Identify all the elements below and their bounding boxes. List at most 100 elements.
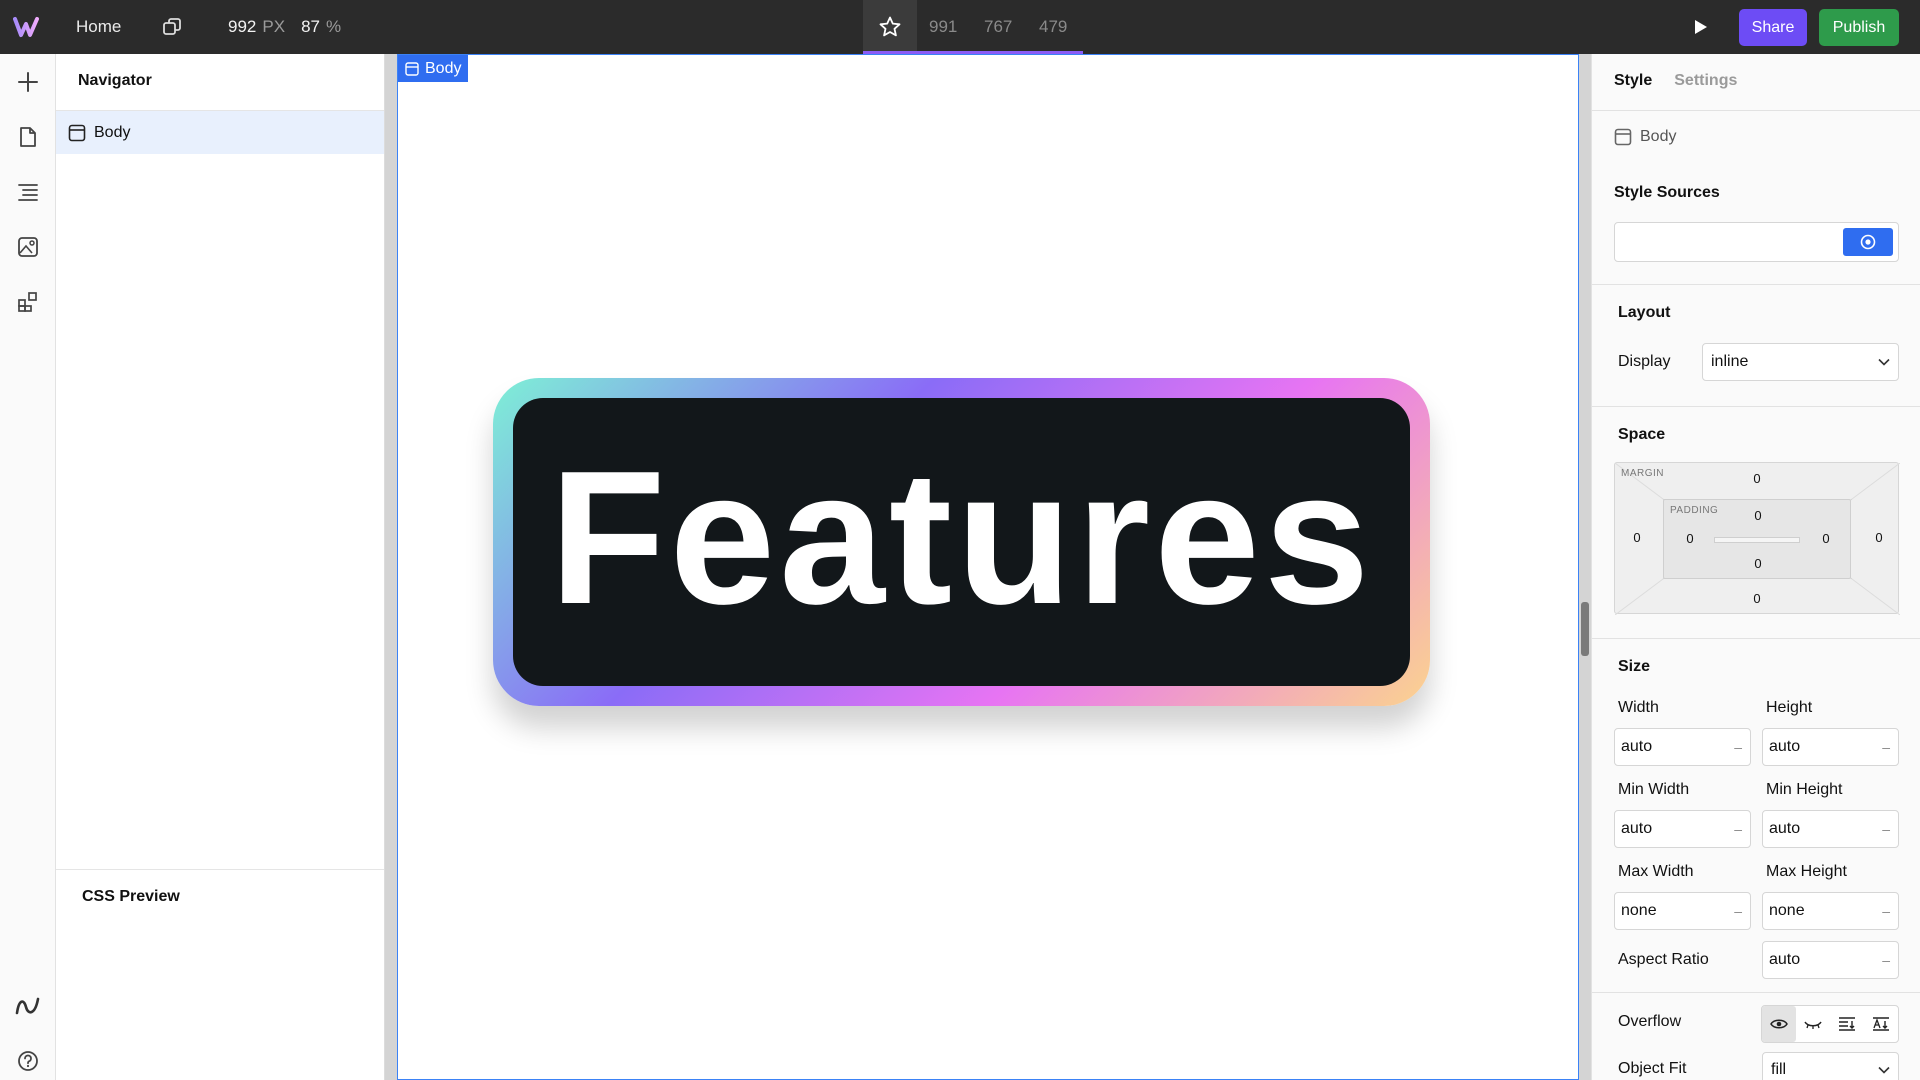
publish-button[interactable]: Publish	[1819, 9, 1899, 46]
overflow-scroll-icon[interactable]	[1830, 1006, 1864, 1042]
base-breakpoint-star-icon[interactable]	[863, 0, 917, 54]
page-icon[interactable]	[14, 123, 42, 151]
logo-mark-icon[interactable]	[14, 992, 42, 1020]
aspect-ratio-value: auto	[1769, 951, 1801, 968]
breakpoints-bar: 991 767 479	[863, 0, 1083, 54]
zoom-unit: %	[325, 17, 342, 36]
style-source-local-button[interactable]	[1843, 228, 1893, 256]
body-element-icon	[1614, 128, 1632, 146]
size-title: Size	[1618, 658, 1651, 675]
components-icon[interactable]	[14, 288, 42, 316]
assets-icon[interactable]	[14, 233, 42, 261]
min-height-input[interactable]: auto –	[1762, 810, 1899, 848]
canvas-left-gutter	[385, 54, 397, 1080]
canvas-right-gutter	[1579, 54, 1591, 1080]
margin-bottom[interactable]: 0	[1745, 591, 1769, 606]
padding-top[interactable]: 0	[1746, 508, 1770, 523]
body-selection-tag[interactable]: Body	[398, 55, 469, 82]
zoom-value: 87	[301, 17, 320, 36]
overflow-label: Overflow	[1618, 1013, 1682, 1030]
breakpoint-479[interactable]: 479	[1039, 0, 1067, 54]
content-box	[1714, 537, 1800, 543]
aspect-ratio-label: Aspect Ratio	[1618, 951, 1709, 968]
breakpoint-991[interactable]: 991	[929, 0, 957, 54]
features-card-inner: Features	[513, 398, 1410, 686]
tabs-divider	[1592, 110, 1920, 111]
display-label: Display	[1618, 353, 1671, 370]
navigator-panel: Navigator Body CSS Preview	[56, 54, 385, 1080]
overflow-hidden-eye-closed-icon[interactable]	[1796, 1006, 1830, 1042]
top-bar: Home 992 PX 87 % 991 767 479 Share Publi…	[0, 0, 1920, 54]
height-value: auto	[1769, 738, 1801, 755]
features-card[interactable]: Features	[493, 378, 1430, 706]
padding-bottom[interactable]: 0	[1746, 556, 1770, 571]
divider	[1592, 284, 1920, 285]
overflow-visible-eye-icon[interactable]	[1762, 1006, 1796, 1042]
target-icon	[1860, 234, 1876, 250]
style-sources-title: Style Sources	[1614, 184, 1720, 201]
padding-left[interactable]: 0	[1678, 531, 1702, 546]
navigator-item-body[interactable]: Body	[56, 111, 384, 154]
min-width-label: Min Width	[1618, 781, 1690, 798]
canvas-width-value: 992	[228, 17, 257, 36]
object-fit-label: Object Fit	[1618, 1060, 1687, 1077]
help-icon[interactable]	[14, 1047, 42, 1075]
display-select[interactable]: inline	[1702, 343, 1899, 381]
style-panel-tabs: Style Settings	[1614, 72, 1737, 90]
min-width-value: auto	[1621, 820, 1653, 837]
max-width-label: Max Width	[1618, 863, 1694, 880]
style-sources-input[interactable]	[1614, 222, 1899, 262]
padding-label: PADDING	[1670, 505, 1719, 516]
features-heading: Features	[549, 432, 1374, 644]
spacing-box: MARGIN 0 0 0 0 PADDING 0 0 0 0	[1614, 462, 1900, 615]
margin-right[interactable]: 0	[1867, 530, 1891, 545]
canvas-dimensions[interactable]: 992 PX 87 %	[228, 0, 341, 54]
navigator-icon[interactable]	[14, 178, 42, 206]
margin-top[interactable]: 0	[1745, 471, 1769, 486]
plus-icon[interactable]	[14, 68, 42, 96]
min-width-input[interactable]: auto –	[1614, 810, 1751, 848]
divider	[1592, 992, 1920, 993]
tab-settings[interactable]: Settings	[1674, 72, 1737, 90]
height-label: Height	[1766, 699, 1813, 716]
max-height-value: none	[1769, 902, 1805, 919]
navigator-title: Navigator	[78, 72, 152, 89]
tab-style[interactable]: Style	[1614, 72, 1652, 90]
max-height-label: Max Height	[1766, 863, 1847, 880]
body-element-icon	[68, 124, 86, 141]
overflow-toggle-group	[1761, 1005, 1899, 1043]
selected-element: Body	[1614, 128, 1676, 146]
width-input[interactable]: auto –	[1614, 728, 1751, 766]
breakpoint-767[interactable]: 767	[984, 0, 1012, 54]
padding-right[interactable]: 0	[1814, 531, 1838, 546]
margin-left[interactable]: 0	[1625, 530, 1649, 545]
height-input[interactable]: auto –	[1762, 728, 1899, 766]
min-height-value: auto	[1769, 820, 1801, 837]
width-value: auto	[1621, 738, 1653, 755]
home-link[interactable]: Home	[76, 0, 121, 54]
css-preview-title: CSS Preview	[82, 888, 180, 905]
divider	[1592, 406, 1920, 407]
app-logo-icon[interactable]	[12, 0, 44, 54]
width-label: Width	[1618, 699, 1659, 716]
aspect-ratio-input[interactable]: auto –	[1762, 941, 1899, 979]
divider	[1592, 638, 1920, 639]
css-preview-divider	[56, 869, 384, 870]
object-fit-select[interactable]: fill	[1762, 1052, 1899, 1080]
layout-title: Layout	[1618, 304, 1671, 321]
display-value: inline	[1711, 353, 1749, 370]
space-title: Space	[1618, 426, 1666, 443]
overflow-auto-icon[interactable]	[1864, 1006, 1898, 1042]
preview-play-icon[interactable]	[1687, 0, 1715, 54]
navigator-item-label: Body	[94, 123, 131, 141]
share-button[interactable]: Share	[1739, 9, 1807, 46]
selected-element-label: Body	[1640, 128, 1677, 145]
max-width-input[interactable]: none –	[1614, 892, 1751, 930]
max-height-input[interactable]: none –	[1762, 892, 1899, 930]
canvas-resize-handle[interactable]	[1581, 602, 1589, 656]
duplicate-pages-icon[interactable]	[160, 0, 184, 54]
design-canvas[interactable]: Body Features	[397, 54, 1579, 1080]
margin-label: MARGIN	[1621, 468, 1664, 479]
chevron-down-icon	[1878, 358, 1890, 366]
canvas-width-unit: PX	[262, 17, 286, 36]
